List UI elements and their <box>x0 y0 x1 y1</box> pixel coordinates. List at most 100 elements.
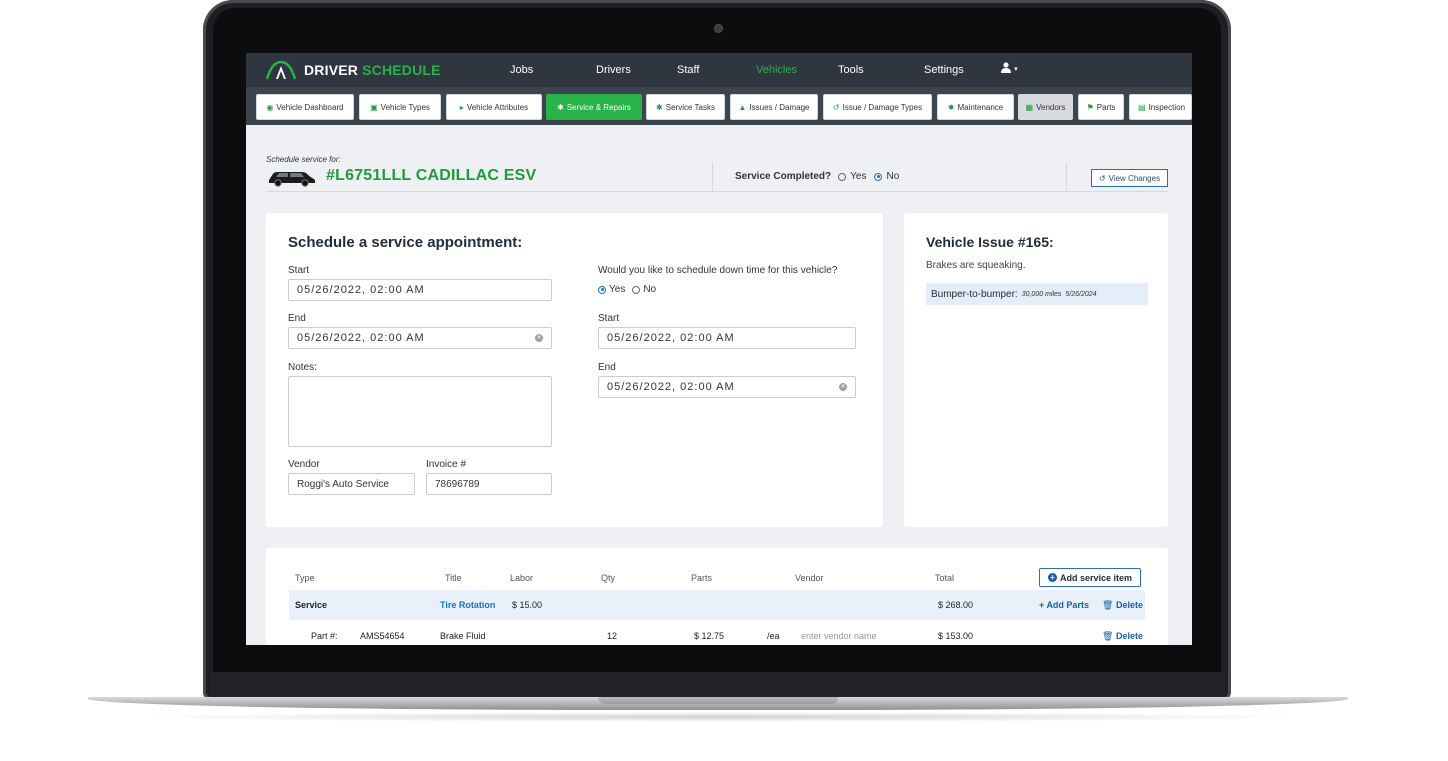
tab-vehicle-dashboard[interactable]: ◉ Vehicle Dashboard <box>256 94 354 120</box>
laptop-shadow <box>120 712 1320 722</box>
nav-drivers[interactable]: Drivers <box>596 64 631 76</box>
wrench-icon: ✱ <box>656 102 663 112</box>
tab-issues-damage[interactable]: ▲ Issues / Damage <box>730 94 818 120</box>
tag-icon: ▸ <box>459 102 464 112</box>
tab-label: Vehicle Dashboard <box>276 102 344 112</box>
logo-text-schedule: SCHEDULE <box>362 62 441 78</box>
camera-icon <box>714 24 723 33</box>
part-vendor-input[interactable]: enter vendor name <box>801 631 877 641</box>
part-price[interactable]: $ 12.75 <box>694 631 724 641</box>
tab-inspection[interactable]: ▤ Inspection <box>1129 94 1192 120</box>
app-screen: DRIVER SCHEDULE Jobs Drivers Staff Vehic… <box>246 53 1192 645</box>
delete-label: Delete <box>1115 600 1143 610</box>
column-header-vendor: Vendor <box>795 573 824 583</box>
user-icon <box>1001 62 1011 73</box>
tab-vehicle-types[interactable]: ▣ Vehicle Types <box>359 94 441 120</box>
plus-circle-icon: + <box>1047 573 1057 582</box>
start-datetime-input[interactable]: 05/26/2022, 02:00 AM <box>288 279 552 301</box>
tab-label: Service & Repairs <box>566 102 631 112</box>
end-datetime-value: 05/26/2022, 02:00 AM <box>297 332 425 344</box>
end-datetime-input[interactable]: 05/26/2022, 02:00 AM ✕ <box>288 327 552 349</box>
trash-icon: 🗑 <box>1102 631 1114 641</box>
table-row-service <box>289 590 1145 620</box>
column-header-total: Total <box>935 573 955 583</box>
service-title-link[interactable]: Tire Rotation <box>440 600 495 610</box>
service-completed-no-radio[interactable] <box>874 172 883 181</box>
user-menu[interactable]: ▾ <box>1001 62 1018 76</box>
tab-label: Inspection <box>1148 102 1186 112</box>
delete-part-button[interactable]: 🗑 Delete <box>1102 631 1143 642</box>
notes-textarea[interactable] <box>288 376 552 447</box>
tab-maintenance[interactable]: ✸ Maintenance <box>937 94 1014 120</box>
add-service-item-button[interactable]: + Add service item <box>1039 568 1141 587</box>
downtime-start-value: 05/26/2022, 02:00 AM <box>607 332 735 344</box>
downtime-no-radio[interactable] <box>632 285 641 294</box>
steering-wheel-icon <box>265 60 297 80</box>
service-completed-yes-radio[interactable] <box>838 172 847 181</box>
invoice-label: Invoice # <box>426 459 467 470</box>
downtime-end-label: End <box>598 362 616 373</box>
document-icon: ▤ <box>1138 102 1146 112</box>
radio-label-yes: Yes <box>850 171 867 182</box>
column-header-type: Type <box>295 573 315 583</box>
tab-service-tasks[interactable]: ✱ Service Tasks <box>646 94 725 120</box>
logo-text-driver: DRIVER <box>304 62 359 78</box>
clear-icon[interactable]: ✕ <box>535 334 543 342</box>
warranty-miles: 30,000 miles <box>1021 290 1062 298</box>
clear-icon[interactable]: ✕ <box>839 383 847 391</box>
part-unit: /ea <box>767 631 780 641</box>
tab-service-repairs[interactable]: ✱ Service & Repairs <box>546 94 642 120</box>
vendor-input[interactable]: Roggi's Auto Service <box>288 473 415 495</box>
end-label: End <box>288 313 306 324</box>
nav-settings[interactable]: Settings <box>924 64 964 76</box>
add-parts-label: Add Parts <box>1046 600 1089 610</box>
divider <box>712 163 713 191</box>
service-total: $ 268.00 <box>938 600 974 610</box>
nav-tools[interactable]: Tools <box>838 64 864 76</box>
start-label: Start <box>288 265 310 276</box>
tab-label: Maintenance <box>957 102 1004 112</box>
tools-icon: ↺ <box>832 102 840 112</box>
nav-vehicles[interactable]: Vehicles <box>756 64 797 76</box>
downtime-question: Would you like to schedule down time for… <box>598 265 838 276</box>
part-title: Brake Fluid <box>440 631 486 641</box>
part-qty[interactable]: 12 <box>607 631 617 641</box>
notes-label: Notes: <box>288 362 317 373</box>
tab-vendors[interactable]: ▦ Vendors <box>1018 94 1073 120</box>
view-changes-label: View Changes <box>1108 173 1161 183</box>
nav-staff[interactable]: Staff <box>677 64 699 76</box>
downtime-end-input[interactable]: 05/26/2022, 02:00 AM ✕ <box>598 376 856 398</box>
app-logo[interactable]: DRIVER SCHEDULE <box>264 59 441 81</box>
header-divider <box>266 191 1168 192</box>
tab-issue-damage-types[interactable]: ↺ Issue / Damage Types <box>823 94 932 120</box>
add-parts-button[interactable]: + Add Parts <box>1039 600 1089 610</box>
delete-service-button[interactable]: 🗑 Delete <box>1102 600 1143 611</box>
service-completed-label: Service Completed? <box>735 171 832 182</box>
downtime-yes-radio[interactable] <box>598 285 606 294</box>
downtime-start-label: Start <box>598 313 620 324</box>
downtime-radio-group: Yes No <box>598 284 656 295</box>
warranty-badge: Bumper-to-bumper: 30,000 miles 5/26/2024 <box>926 283 1148 305</box>
tab-label: Parts <box>1096 102 1116 112</box>
tab-vehicle-attributes[interactable]: ▸ Vehicle Attributes <box>446 94 542 120</box>
schedule-for-label: Schedule service for: <box>266 155 341 164</box>
laptop-notch <box>598 697 838 704</box>
tab-label: Issue / Damage Types <box>842 102 923 112</box>
schedule-heading: Schedule a service appointment: <box>288 234 523 251</box>
warning-icon: ▲ <box>738 102 747 112</box>
warranty-label: Bumper-to-bumper: <box>931 288 1018 300</box>
radio-label-no: No <box>886 171 900 182</box>
downtime-start-input[interactable]: 05/26/2022, 02:00 AM <box>598 327 856 349</box>
vehicle-title: #L6751LLL CADILLAC ESV <box>326 167 537 184</box>
tab-label: Vendors <box>1036 102 1066 112</box>
view-changes-button[interactable]: ↺ View Changes <box>1091 169 1168 187</box>
part-number-label: Part #: <box>311 631 338 641</box>
flag-icon: ⚑ <box>1086 102 1094 112</box>
vendor-label: Vendor <box>288 459 320 470</box>
invoice-input[interactable]: 78696789 <box>426 473 552 495</box>
building-icon: ▦ <box>1025 102 1034 112</box>
tab-parts[interactable]: ⚑ Parts <box>1078 94 1124 120</box>
vendor-value: Roggi's Auto Service <box>297 478 389 490</box>
column-header-parts: Parts <box>691 573 713 583</box>
nav-jobs[interactable]: Jobs <box>510 64 533 76</box>
